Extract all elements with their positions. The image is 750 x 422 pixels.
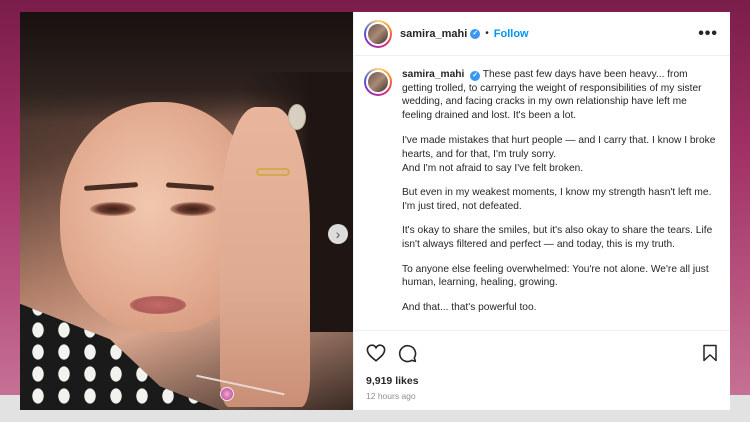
caption-paragraph-5: To anyone else feeling overwhelmed: You'… <box>402 263 709 289</box>
verified-badge-icon: ✓ <box>470 70 481 81</box>
photo-nail <box>288 104 306 130</box>
photo-lips <box>130 296 186 314</box>
post-actions: 9,919 likes 12 hours ago <box>354 330 730 410</box>
photo-ring <box>256 168 290 176</box>
comment-icon[interactable] <box>398 344 417 363</box>
caption-paragraph-2: I've made mistakes that hurt people — an… <box>402 135 716 174</box>
caption-intro-paragraph: samira_mahi ✓ These past few days have b… <box>402 68 718 122</box>
photo-eye-left <box>90 202 136 216</box>
header-separator: • <box>485 28 489 39</box>
heart-icon[interactable] <box>366 344 386 362</box>
follow-button[interactable]: Follow <box>494 28 529 40</box>
photo-charm <box>220 387 234 401</box>
caption-paragraph-3: But even in my weakest moments, I know m… <box>402 187 712 212</box>
caption-paragraph-4: It's okay to share the smiles, but it's … <box>402 225 713 250</box>
photo-eye-right <box>170 202 216 216</box>
action-icons <box>366 339 718 367</box>
header-username[interactable]: samira_mahi <box>400 28 467 40</box>
post-header: samira_mahi ✓ • Follow ••• <box>354 12 730 56</box>
carousel-next-button[interactable]: › <box>328 224 348 244</box>
post-timestamp[interactable]: 12 hours ago <box>366 391 718 401</box>
instagram-post: › samira_mahi ✓ • Follow ••• samira_mahi… <box>20 12 730 410</box>
caption-username[interactable]: samira_mahi <box>402 69 464 80</box>
verified-badge-icon: ✓ <box>470 28 481 39</box>
avatar[interactable] <box>364 19 392 48</box>
caption-area: samira_mahi ✓ These past few days have b… <box>354 56 730 330</box>
caption-paragraph-6: And that... that's powerful too. <box>402 301 537 313</box>
caption-avatar[interactable] <box>364 68 392 96</box>
bookmark-icon[interactable] <box>702 344 718 362</box>
post-photo[interactable]: › <box>20 12 353 410</box>
photo-hand <box>220 107 310 407</box>
chevron-right-icon: › <box>335 226 341 242</box>
more-icon[interactable]: ••• <box>698 25 718 43</box>
likes-count[interactable]: 9,919 likes <box>366 375 718 387</box>
post-side-panel: samira_mahi ✓ • Follow ••• samira_mahi ✓… <box>353 12 730 410</box>
post-caption: samira_mahi ✓ These past few days have b… <box>402 68 718 330</box>
